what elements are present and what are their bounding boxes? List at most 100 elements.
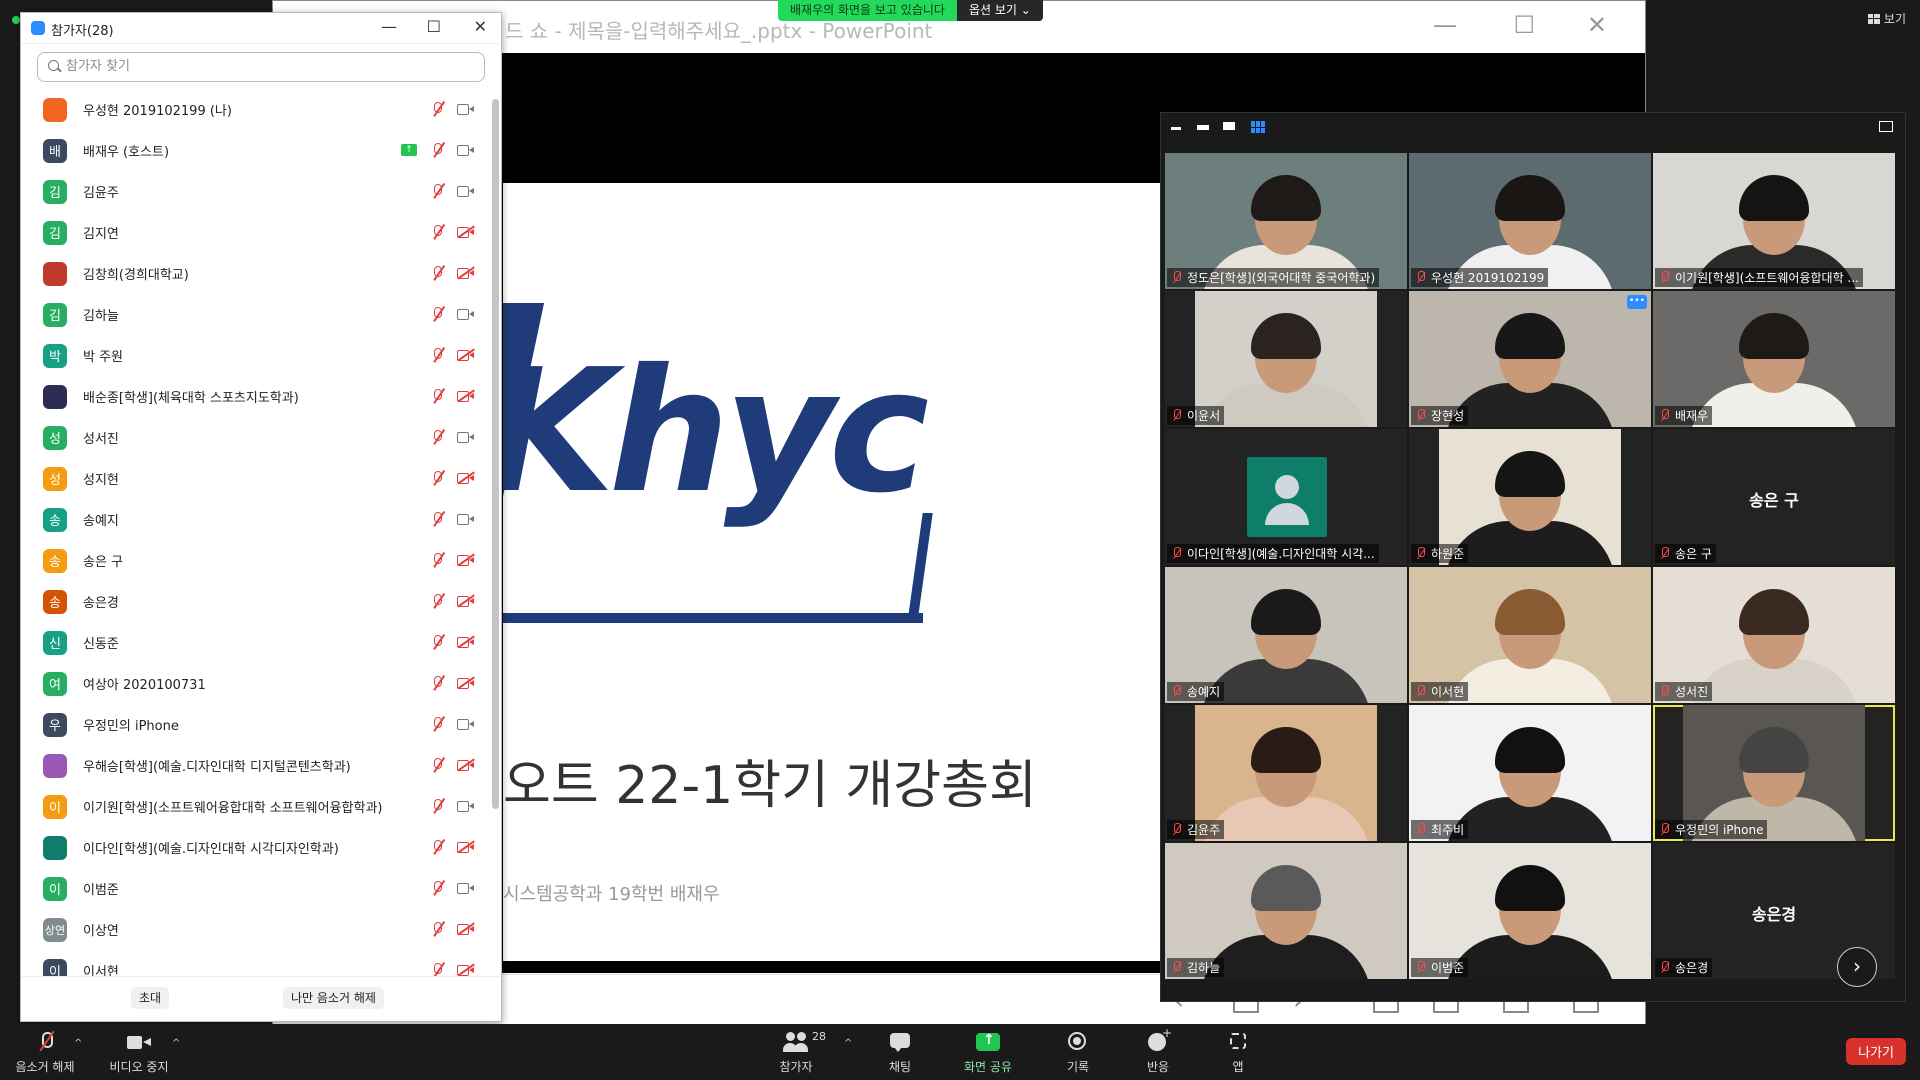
share-screen-icon [975,1030,1001,1056]
participant-status-icons [429,633,475,650]
participant-photo-avatar [43,97,67,122]
exit-fullscreen-icon[interactable] [1879,121,1893,132]
participant-row[interactable]: 송 송은경 [21,581,489,622]
video-tile[interactable]: 김하늘 [1165,843,1407,979]
participant-row[interactable]: 우성현 2019102199 (나) [21,89,489,130]
participant-row[interactable]: 우해승[학생](예술.디자인대학 디지털콘텐츠학과) [21,745,489,786]
video-tile[interactable]: 이윤서 [1165,291,1407,427]
participant-search[interactable] [37,52,485,82]
participants-button[interactable]: 참가자 [776,1030,816,1075]
video-tile[interactable]: 정도은[학생](외국어대학 중국어학과) [1165,153,1407,289]
person-hair [1739,175,1809,221]
mic-muted-icon [429,592,445,609]
video-tile[interactable]: 송예지 [1165,567,1407,703]
reactions-button[interactable]: 반응 [1138,1026,1178,1075]
participant-name: 송예지 [83,514,119,529]
participant-row[interactable]: 상연 이상연 [21,909,489,950]
participants-options-caret[interactable]: ^ [844,1038,852,1049]
mic-muted-icon [429,223,445,240]
tile-name-label: 정도은[학생](외국어대학 중국어학과) [1167,268,1380,287]
participant-row[interactable]: 김창희(경희대학교) [21,253,489,294]
video-tile[interactable]: 우성현 2019102199 [1409,153,1651,289]
participant-list-scrollbar[interactable] [492,99,499,809]
layout-speaker-icon[interactable] [1197,125,1209,130]
participant-row[interactable]: 신 신동준 [21,622,489,663]
tile-name-text: 송은 구 [1675,547,1712,561]
participant-name: 김지연 [83,227,119,242]
tile-name-text: 정도은[학생](외국어대학 중국어학과) [1187,271,1376,285]
invite-button[interactable]: 초대 [131,987,170,1009]
participant-row[interactable]: 우 우정민의 iPhone [21,704,489,745]
panel-close-icon[interactable]: ✕ [474,17,487,36]
view-options-button[interactable]: 옵션 보기 ⌄ [956,0,1043,21]
apps-button[interactable]: 앱 [1222,1030,1254,1075]
stop-video-button[interactable]: 비디오 중지 [104,1030,174,1075]
participant-avatar: 신 [43,630,67,655]
participant-row[interactable]: 성 성지현 [21,458,489,499]
mic-muted-icon [429,756,445,773]
participant-name: 이범준 [83,883,119,898]
participant-row[interactable]: 배 배재우 (호스트) ↑ [21,130,489,171]
participant-row[interactable]: 이 이서현 [21,950,489,977]
participant-row[interactable]: 김 김하늘 [21,294,489,335]
video-tile[interactable]: 김윤주 [1165,705,1407,841]
leave-button[interactable]: 나가기 [1846,1038,1906,1065]
camera-on-icon [457,718,475,730]
participant-row[interactable]: 이 이범준 [21,868,489,909]
mic-muted-icon [429,510,445,527]
participant-row[interactable]: 박 박 주원 [21,335,489,376]
video-tile[interactable]: 배재우 [1653,291,1895,427]
unmute-me-button[interactable]: 나만 음소거 해제 [283,987,384,1009]
participant-row[interactable]: 김 김윤주 [21,171,489,212]
participant-photo-avatar [43,835,67,860]
participant-row[interactable]: 김 김지연 [21,212,489,253]
more-options-icon[interactable]: ••• [1627,295,1647,309]
participant-row[interactable]: 성 성서진 [21,417,489,458]
participant-avatar: 우 [43,712,67,737]
camera-on-icon [457,185,475,197]
panel-maximize-icon[interactable]: ☐ [427,17,441,36]
person-hair [1251,175,1321,221]
next-page-button[interactable]: › [1837,947,1877,987]
participant-row[interactable]: 송 송예지 [21,499,489,540]
video-tile[interactable]: 하원준 [1409,429,1651,565]
video-options-caret[interactable]: ^ [172,1038,180,1049]
record-button[interactable]: 기록 [1058,1030,1098,1075]
video-tile[interactable]: 우정민의 iPhone [1653,705,1895,841]
mic-muted-icon [1659,547,1671,559]
camera-off-icon [457,390,475,402]
layout-gallery-icon[interactable] [1251,121,1265,133]
participant-name: 이다인[학생](예술.디자인대학 시각디자인학과) [83,842,339,857]
video-tile[interactable]: 이기원[학생](소프트웨어융합대학 ... [1653,153,1895,289]
tile-name-text: 배재우 [1675,409,1709,423]
layout-minimize-icon[interactable] [1171,127,1181,130]
share-screen-button[interactable]: 화면 공유 [956,1030,1020,1075]
video-tile[interactable]: ••• 장현성 [1409,291,1651,427]
participant-row[interactable]: 송 송은 구 [21,540,489,581]
video-tile[interactable]: 이범준 [1409,843,1651,979]
participant-row[interactable]: 배순종[학생](체육대학 스포츠지도학과) [21,376,489,417]
mic-muted-icon [1659,961,1671,973]
video-tile[interactable]: 성서진 [1653,567,1895,703]
camera-on-icon [457,882,475,894]
unmute-button[interactable]: 음소거 해제 [12,1030,78,1075]
video-tile[interactable]: 송은 구 송은 구 [1653,429,1895,565]
video-tile[interactable]: 이다인[학생](예술.디자인대학 시각... [1165,429,1407,565]
tile-name-label: 우정민의 iPhone [1655,820,1768,839]
layout-strip-icon[interactable] [1223,122,1235,130]
audio-options-caret[interactable]: ^ [74,1038,82,1049]
chat-button[interactable]: 채팅 [880,1030,920,1075]
participant-name: 김윤주 [83,186,119,201]
apps-label: 앱 [1232,1060,1244,1074]
panel-minimize-icon[interactable]: — [381,17,397,36]
tile-name-label: 이기원[학생](소프트웨어융합대학 ... [1655,268,1863,287]
video-tile[interactable]: 이서현 [1409,567,1651,703]
participant-search-input[interactable] [64,58,468,75]
view-button[interactable]: 보기 [1867,10,1906,27]
participant-avatar: 여 [43,671,67,696]
video-tile[interactable]: 최주비 [1409,705,1651,841]
participant-row[interactable]: 이다인[학생](예술.디자인대학 시각디자인학과) [21,827,489,868]
participant-row[interactable]: 이 이기원[학생](소프트웨어융합대학 소프트웨어융합학과) [21,786,489,827]
camera-off-icon [457,554,475,566]
participant-row[interactable]: 여 여상아 2020100731 [21,663,489,704]
